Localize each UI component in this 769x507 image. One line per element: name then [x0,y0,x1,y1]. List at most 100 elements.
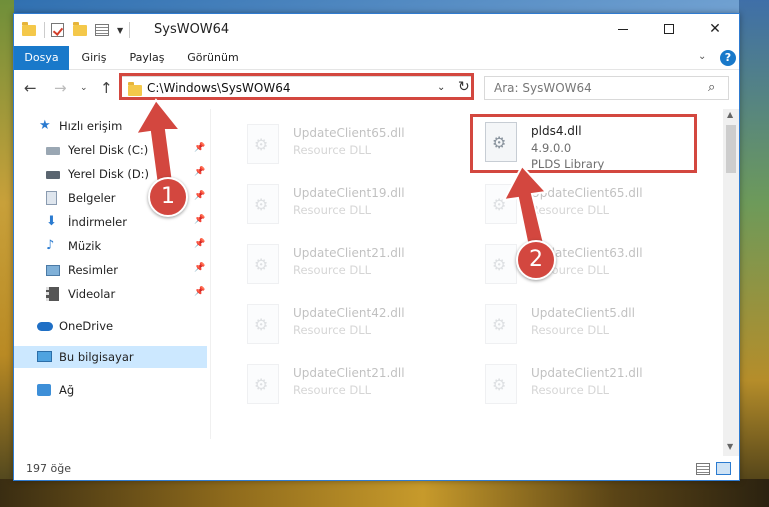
pin-icon[interactable]: 📌 [194,143,205,153]
music-icon: ♪ [46,238,55,253]
navigation-pane: ★ Hızlı erişim Yerel Disk (C:) 📌 Yerel D… [14,109,210,456]
address-history-chevron-icon[interactable]: ⌄ [437,82,445,93]
nav-item-label: Bu bilgisayar [59,350,134,364]
file-item[interactable]: UpdateClient19.dll Resource DLL [225,177,455,231]
dll-file-icon [485,244,517,284]
file-type: Resource DLL [531,203,610,217]
pin-icon[interactable]: 📌 [194,191,205,201]
maximize-button[interactable] [646,14,692,44]
step-badge-1: 1 [148,177,188,217]
search-input[interactable]: Ara: SysWOW64 [494,81,592,95]
file-item[interactable]: UpdateClient63.dll Resource DLL [463,237,693,291]
large-icons-view-icon[interactable] [716,462,731,475]
file-explorer-window: ▼ SysWOW64 ✕ Dosya Giriş Paylaş Görünüm … [13,13,740,481]
dll-file-icon [485,184,517,224]
dll-file-icon [485,122,517,162]
new-folder-icon[interactable] [73,22,89,38]
up-button[interactable]: ↑ [100,79,113,97]
vertical-scrollbar[interactable]: ▲ ▼ [723,109,739,456]
address-path[interactable]: C:\Windows\SysWOW64 [147,81,291,95]
desktop-background-right [739,0,769,507]
file-type: Resource DLL [531,383,610,397]
file-item[interactable]: UpdateClient42.dll Resource DLL [225,297,455,351]
videos-icon [46,287,60,301]
file-item[interactable]: UpdateClient21.dll Resource DLL [225,357,455,411]
tab-view[interactable]: Görünüm [180,46,246,70]
minimize-icon [618,28,628,30]
scroll-up-arrow-icon[interactable]: ▲ [727,110,733,119]
minimize-button[interactable] [600,14,646,44]
expand-ribbon-chevron-icon[interactable]: ⌄ [698,51,706,62]
nav-item-label: Yerel Disk (D:) [68,167,150,181]
file-type: Resource DLL [293,383,372,397]
file-item[interactable]: UpdateClient21.dll Resource DLL [463,357,693,411]
file-item[interactable]: UpdateClient21.dll Resource DLL [225,237,455,291]
pin-icon[interactable]: 📌 [194,239,205,249]
file-name: UpdateClient5.dll [531,306,635,320]
help-icon[interactable]: ? [720,50,736,66]
file-name: UpdateClient19.dll [293,186,405,200]
dll-file-icon [247,244,279,284]
tab-share[interactable]: Paylaş [122,46,172,70]
scroll-down-arrow-icon[interactable]: ▼ [727,442,733,451]
tab-home[interactable]: Giriş [72,46,116,70]
file-name: UpdateClient65.dll [293,126,405,140]
desktop-background-bottom [0,479,769,507]
navigation-bar: ← → ⌄ ↑ C:\Windows\SysWOW64 ⌄ ↻ Ara: Sys… [14,71,739,105]
file-type: Resource DLL [293,143,372,157]
nav-item-downloads[interactable]: ⬇ İndirmeler 📌 [14,211,210,233]
refresh-icon[interactable]: ↻ [458,79,470,95]
pin-icon[interactable]: 📌 [194,167,205,177]
nav-item-label: Yerel Disk (C:) [68,143,149,157]
dll-file-icon [247,304,279,344]
downloads-icon: ⬇ [46,214,57,229]
star-icon: ★ [39,118,51,133]
nav-item-videos[interactable]: Videolar 📌 [14,283,210,305]
onedrive-cloud-icon [37,319,53,333]
properties-list-icon[interactable] [95,22,111,38]
file-description: PLDS Library [531,157,605,171]
checkmark-properties-icon[interactable] [51,22,67,38]
nav-item-this-pc[interactable]: Bu bilgisayar [14,346,207,368]
pin-icon[interactable]: 📌 [194,215,205,225]
nav-item-local-disk-c[interactable]: Yerel Disk (C:) 📌 [14,139,210,161]
folder-icon [128,82,142,96]
step-badge-2: 2 [516,240,556,280]
nav-item-label: Hızlı erişim [59,119,123,133]
nav-quick-access[interactable]: ★ Hızlı erişim [14,115,210,137]
pin-icon[interactable]: 📌 [194,263,205,273]
nav-item-pictures[interactable]: Resimler 📌 [14,259,210,281]
file-item-plds4-dll[interactable]: plds4.dll 4.9.0.0 PLDS Library [463,115,693,171]
nav-item-music[interactable]: ♪ Müzik 📌 [14,235,210,257]
status-bar: 197 öğe [14,458,739,480]
search-box[interactable]: Ara: SysWOW64 ⌕ [484,76,729,100]
pictures-icon [46,263,60,277]
address-bar[interactable]: C:\Windows\SysWOW64 ⌄ ↻ [121,76,474,100]
network-icon [37,383,51,397]
tab-file[interactable]: Dosya [14,46,69,70]
search-icon[interactable]: ⌕ [708,80,715,95]
file-item[interactable]: UpdateClient5.dll Resource DLL [463,297,693,351]
file-name: plds4.dll [531,124,582,138]
dll-file-icon [247,364,279,404]
nav-item-network[interactable]: Ağ [14,379,210,401]
forward-button[interactable]: → [54,79,67,97]
back-button[interactable]: ← [24,79,37,97]
item-count: 197 öğe [26,462,71,475]
nav-item-label: Ağ [59,383,75,397]
close-button[interactable]: ✕ [692,14,738,44]
nav-item-label: Müzik [68,239,102,253]
drive-icon [46,143,60,157]
customize-toolbar-chevron-icon[interactable]: ▼ [117,26,123,35]
close-icon: ✕ [709,21,721,37]
file-item[interactable]: UpdateClient65.dll Resource DLL [463,177,693,231]
quick-access-toolbar: ▼ [22,22,131,38]
toolbar-separator [44,22,45,38]
file-item[interactable]: UpdateClient65.dll Resource DLL [225,117,455,171]
recent-locations-chevron-icon[interactable]: ⌄ [80,83,88,93]
nav-item-onedrive[interactable]: OneDrive [14,315,210,337]
computer-icon [37,350,52,364]
pin-icon[interactable]: 📌 [194,287,205,297]
scroll-thumb[interactable] [726,125,736,173]
details-view-icon[interactable] [696,463,710,475]
